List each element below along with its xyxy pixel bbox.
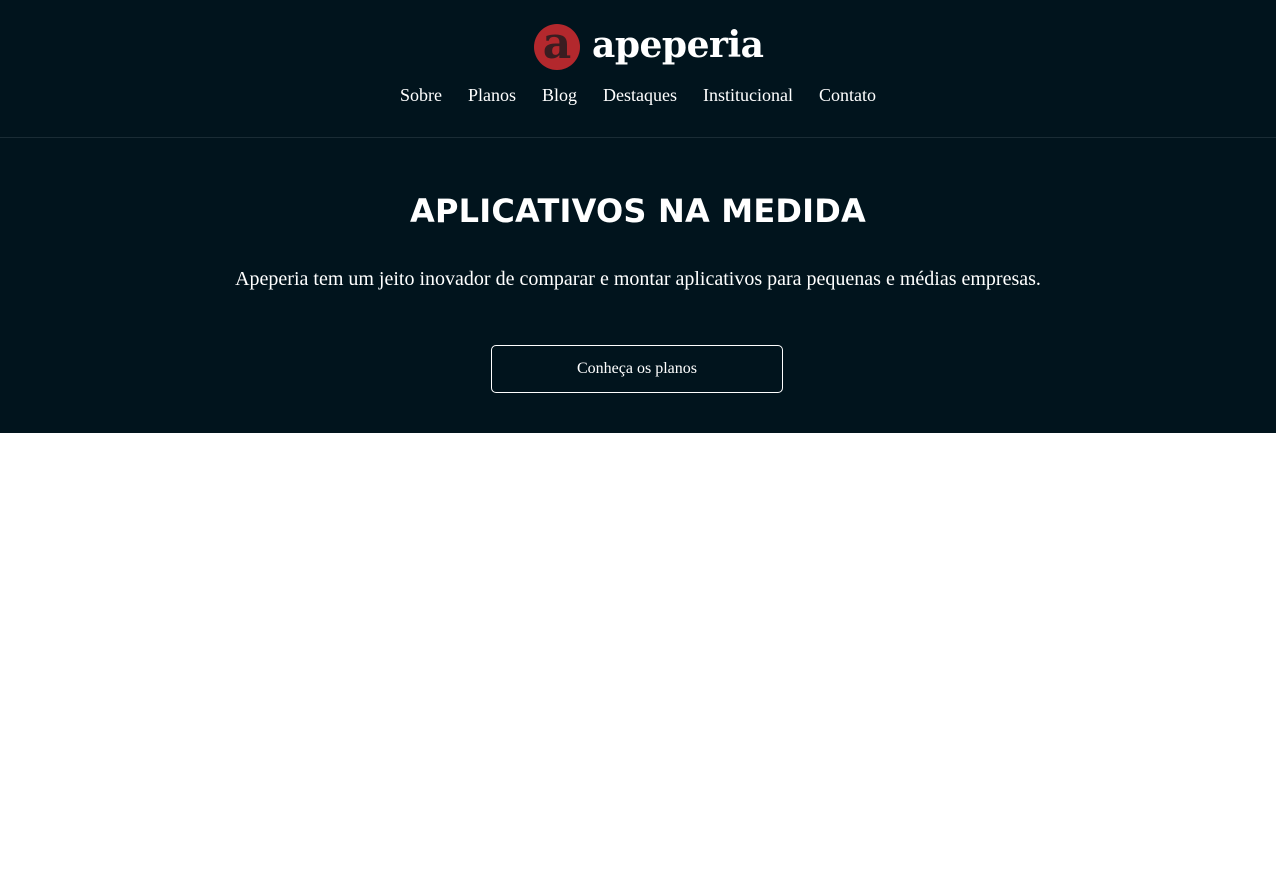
- plans-cta-button[interactable]: Conheça os planos: [491, 345, 783, 393]
- nav-link-planos[interactable]: Planos: [468, 83, 516, 107]
- site-header: a apeperia Sobre Planos Blog Destaques I…: [0, 0, 1276, 138]
- nav-link-contato[interactable]: Contato: [819, 83, 876, 107]
- brand-name: apeperia: [592, 24, 764, 66]
- logo-badge-letter: a: [542, 24, 572, 69]
- nav-link-institucional[interactable]: Institucional: [703, 83, 793, 107]
- brand-logo[interactable]: a apeperia: [534, 22, 764, 72]
- nav-link-destaques[interactable]: Destaques: [603, 83, 677, 107]
- hero-title: APLICATIVOS NA MEDIDA: [410, 192, 866, 230]
- main-nav: Sobre Planos Blog Destaques Instituciona…: [0, 83, 1276, 107]
- hero-text: Apeperia tem um jeito inovador de compar…: [235, 268, 1041, 290]
- nav-link-sobre[interactable]: Sobre: [400, 83, 442, 107]
- hero-section: APLICATIVOS NA MEDIDA Apeperia tem um je…: [0, 138, 1276, 433]
- nav-link-blog[interactable]: Blog: [542, 83, 577, 107]
- logo-badge-icon: a: [534, 24, 580, 70]
